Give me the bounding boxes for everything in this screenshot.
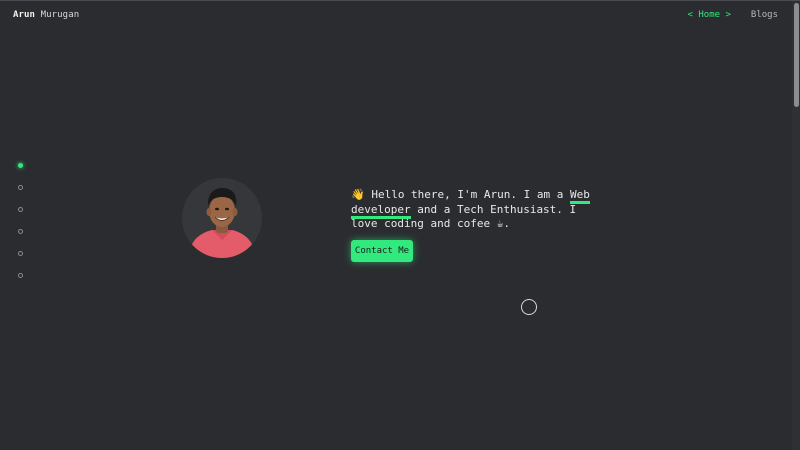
- profile-avatar: [182, 178, 262, 258]
- portfolio-page: Arun Murugan < Home > Blogs 👋 Hello ther…: [0, 0, 800, 450]
- page-scrollbar[interactable]: [792, 1, 800, 450]
- section-dot-6[interactable]: [18, 273, 23, 278]
- section-dot-5[interactable]: [18, 251, 23, 256]
- nav-home-link[interactable]: < Home >: [688, 10, 731, 20]
- site-brand[interactable]: Arun Murugan: [13, 10, 79, 20]
- nav-blogs-link[interactable]: Blogs: [751, 10, 778, 20]
- section-dot-2[interactable]: [18, 185, 23, 190]
- section-dot-nav: [18, 163, 23, 278]
- section-dot-3[interactable]: [18, 207, 23, 212]
- wave-emoji-icon: 👋: [351, 188, 365, 201]
- scrollbar-thumb[interactable]: [794, 3, 799, 107]
- custom-cursor-ring-icon: [521, 299, 537, 315]
- top-nav: < Home > Blogs: [688, 10, 778, 20]
- section-dot-1[interactable]: [18, 163, 23, 168]
- contact-me-button[interactable]: Contact Me: [351, 240, 413, 262]
- brand-last-name: Murugan: [40, 10, 80, 20]
- hero-intro-text: 👋 Hello there, I'm Arun. I am a Web deve…: [351, 188, 591, 232]
- brand-first-name: Arun: [13, 10, 36, 20]
- hero-text-end: .: [503, 217, 510, 230]
- hero-text-before: Hello there, I'm Arun. I am a: [364, 188, 571, 201]
- profile-photo-illustration: [182, 178, 262, 258]
- section-dot-4[interactable]: [18, 229, 23, 234]
